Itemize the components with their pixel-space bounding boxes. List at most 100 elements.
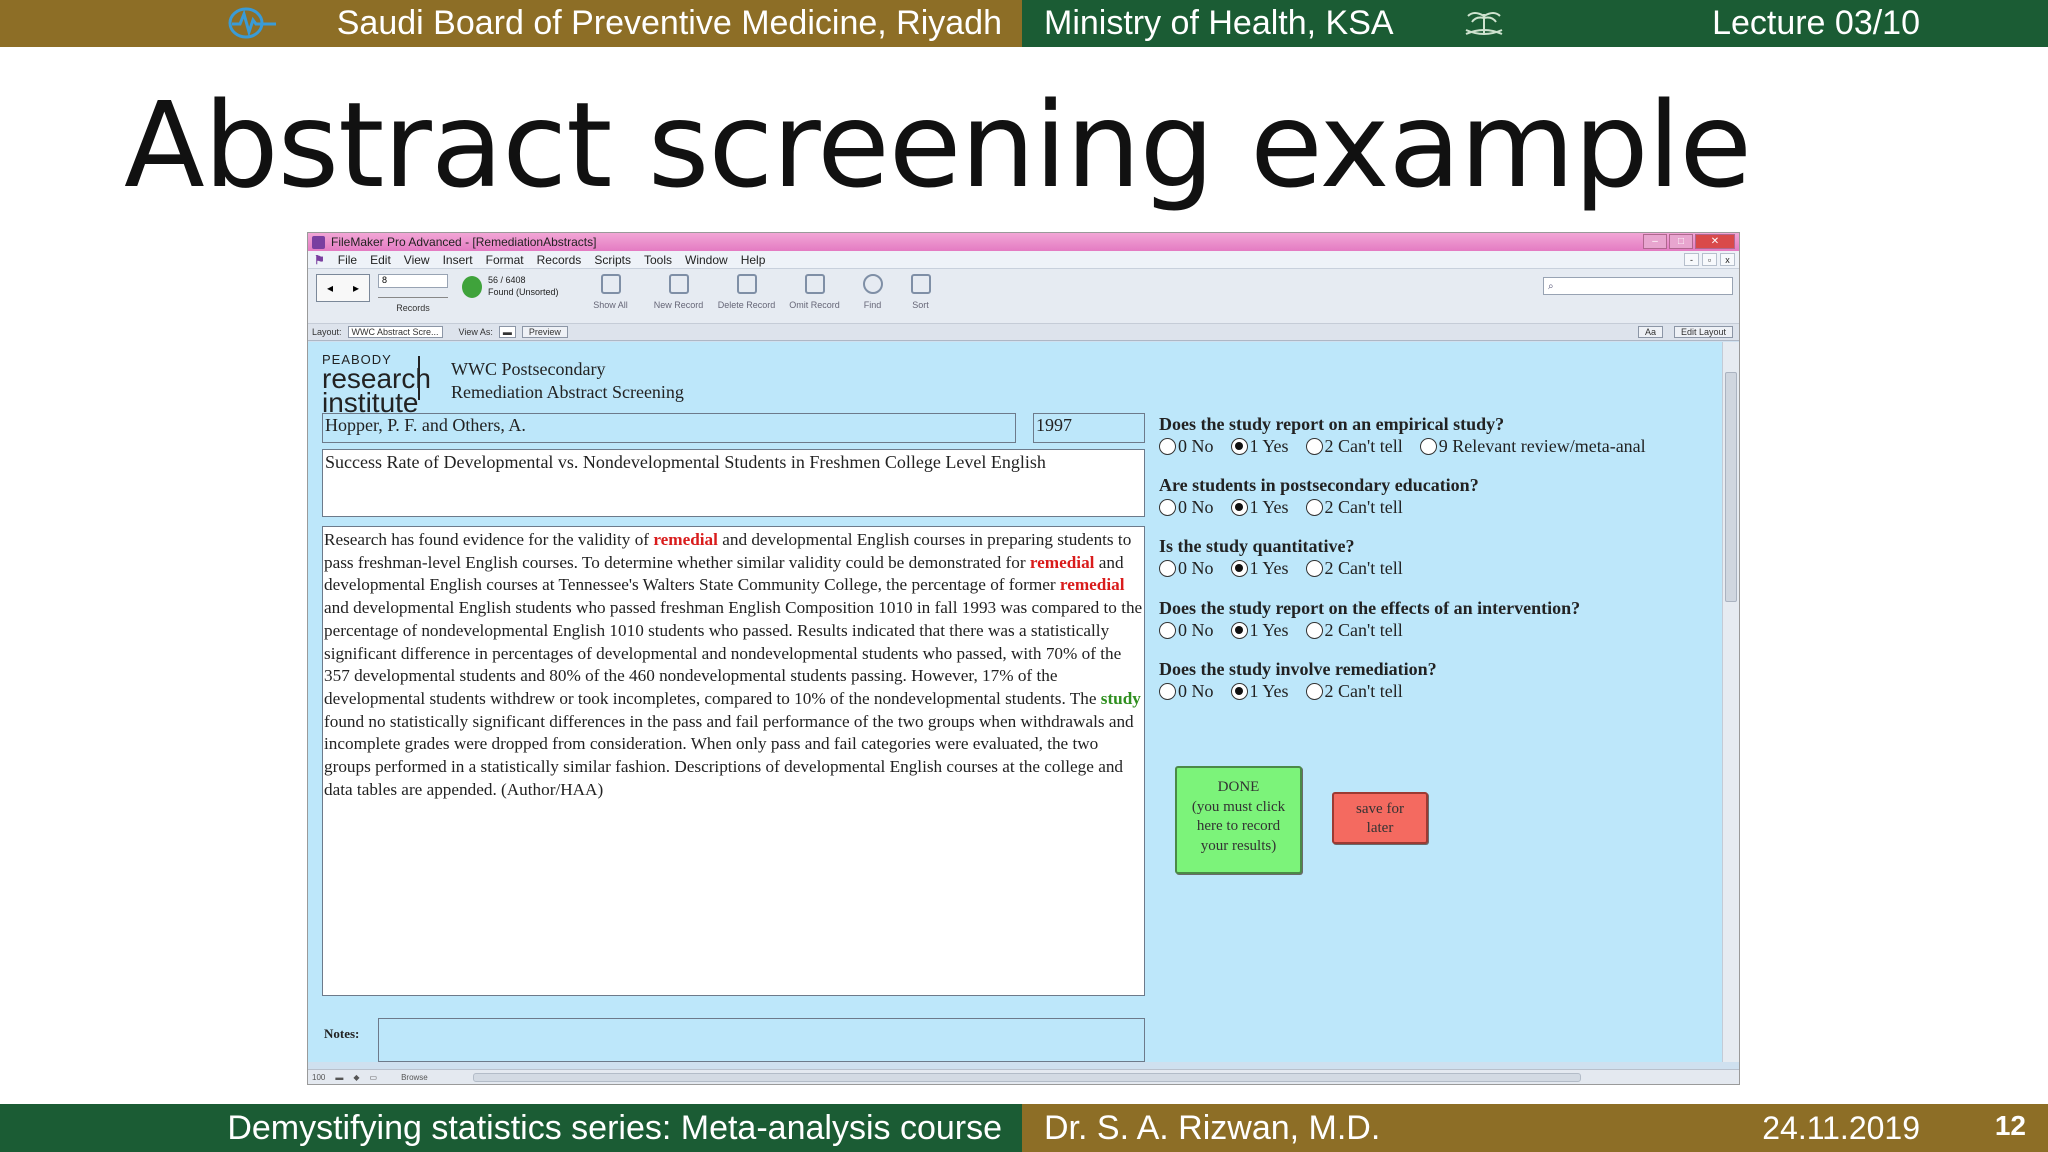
quick-find-input[interactable]: ⌕ <box>1543 277 1733 295</box>
done-button[interactable]: DONE (you must click here to record your… <box>1175 766 1302 874</box>
doc-restore-button[interactable]: ▫ <box>1702 253 1717 266</box>
notes-field[interactable] <box>378 1018 1145 1062</box>
radio-option[interactable]: 1 Yes <box>1230 558 1289 579</box>
abstract-text: found no statistically significant diffe… <box>324 711 1134 799</box>
doc-close-button[interactable]: x <box>1720 253 1735 266</box>
menu-records[interactable]: Records <box>537 253 582 267</box>
new-record-button[interactable]: New Record <box>649 274 709 310</box>
form-header-line-1: WWC Postsecondary <box>451 359 606 379</box>
menu-format[interactable]: Format <box>486 253 524 267</box>
abstract-field[interactable]: Research has found evidence for the vali… <box>322 526 1145 996</box>
radio-button[interactable] <box>1159 560 1176 577</box>
save-for-later-button[interactable]: save for later <box>1332 792 1428 844</box>
window-controls: – □ ✕ <box>1643 234 1735 249</box>
vertical-scrollbar[interactable] <box>1722 342 1739 1062</box>
scrollbar-thumb[interactable] <box>1725 372 1737 602</box>
menu-view[interactable]: View <box>404 253 430 267</box>
sort-button[interactable]: Sort <box>901 274 941 310</box>
layout-select[interactable]: WWC Abstract Scre... <box>347 326 443 338</box>
zoom-in-icon[interactable]: ◆ <box>353 1073 359 1082</box>
paper-title-field[interactable]: Success Rate of Developmental vs. Nondev… <box>322 449 1145 517</box>
radio-button[interactable] <box>1159 438 1176 455</box>
question-intervention: Does the study report on the effects of … <box>1159 598 1580 641</box>
radio-button-selected[interactable] <box>1230 499 1248 516</box>
radio-button[interactable] <box>1159 499 1176 516</box>
radio-option[interactable]: 2 Can't tell <box>1305 620 1403 641</box>
maximize-button[interactable]: □ <box>1669 234 1693 249</box>
board-logo-icon <box>228 7 276 39</box>
radio-label: 9 Relevant review/meta-anal <box>1438 436 1646 456</box>
record-navigator[interactable]: ◂ ▸ <box>316 274 370 302</box>
doc-minimize-button[interactable]: - <box>1684 253 1699 266</box>
radio-option[interactable]: 0 No <box>1159 620 1214 641</box>
text-format-button[interactable]: Aa <box>1637 326 1663 338</box>
horizontal-scrollbar[interactable] <box>473 1073 1581 1082</box>
menu-scripts[interactable]: Scripts <box>594 253 631 267</box>
mode-indicator[interactable]: Browse <box>401 1073 428 1082</box>
radio-button[interactable] <box>1159 683 1176 700</box>
records-label: Records <box>396 303 430 313</box>
show-all-button[interactable]: Show All <box>581 274 641 310</box>
find-label: Find <box>863 300 882 310</box>
preview-button[interactable]: Preview <box>521 326 568 338</box>
radio-button-selected[interactable] <box>1230 560 1248 577</box>
radio-option[interactable]: 2 Can't tell <box>1305 681 1403 702</box>
menu-insert[interactable]: Insert <box>443 253 473 267</box>
radio-label: 0 No <box>1178 620 1214 640</box>
radio-option[interactable]: 0 No <box>1159 436 1214 457</box>
radio-option[interactable]: 1 Yes <box>1230 681 1289 702</box>
menu-window[interactable]: Window <box>685 253 728 267</box>
previous-record-icon[interactable]: ◂ <box>327 281 333 295</box>
zoom-out-icon[interactable]: ▬ <box>335 1073 343 1082</box>
minimize-button[interactable]: – <box>1643 234 1667 249</box>
toolbar-buttons: Show All New Record Delete Record Omit R… <box>581 274 941 310</box>
menu-file[interactable]: File <box>338 253 357 267</box>
radio-button[interactable] <box>1419 438 1437 455</box>
radio-button[interactable] <box>1305 683 1323 700</box>
menu-tools[interactable]: Tools <box>644 253 672 267</box>
menu-help[interactable]: Help <box>741 253 766 267</box>
radio-option[interactable]: 1 Yes <box>1230 497 1289 518</box>
radio-option[interactable]: 0 No <box>1159 681 1214 702</box>
menu-edit[interactable]: Edit <box>370 253 391 267</box>
question-text: Does the study report on the effects of … <box>1159 598 1581 618</box>
status-toolbar-toggle-icon[interactable]: ▭ <box>370 1073 378 1082</box>
year-field[interactable]: 1997 <box>1033 413 1145 443</box>
header-left-panel: Saudi Board of Preventive Medicine, Riya… <box>0 0 1022 47</box>
question-text: Does the study report on an empirical st… <box>1159 414 1505 434</box>
slide-number: 12 <box>1994 1110 2026 1141</box>
radio-label: 0 No <box>1178 436 1214 456</box>
radio-option[interactable]: 1 Yes <box>1230 436 1289 457</box>
delete-record-button[interactable]: Delete Record <box>717 274 777 310</box>
radio-button-selected[interactable] <box>1230 622 1248 639</box>
radio-button[interactable] <box>1159 622 1176 639</box>
next-record-icon[interactable]: ▸ <box>353 281 359 295</box>
radio-option[interactable]: 1 Yes <box>1230 620 1289 641</box>
radio-label: 2 Can't tell <box>1324 497 1403 517</box>
radio-option[interactable]: 2 Can't tell <box>1305 497 1403 518</box>
author-field[interactable]: Hopper, P. F. and Others, A. <box>322 413 1016 443</box>
abstract-text: Research has found evidence for the vali… <box>324 530 654 549</box>
radio-button[interactable] <box>1305 622 1323 639</box>
radio-button-selected[interactable] <box>1230 438 1248 455</box>
current-record-input[interactable]: 8 <box>378 274 448 288</box>
edit-layout-button[interactable]: Edit Layout <box>1673 326 1733 338</box>
close-button[interactable]: ✕ <box>1695 234 1735 249</box>
radio-option[interactable]: 0 No <box>1159 558 1214 579</box>
omit-record-button[interactable]: Omit Record <box>785 274 845 310</box>
view-as-form-button[interactable]: ▬ <box>498 326 516 338</box>
radio-option[interactable]: 2 Can't tell <box>1305 558 1403 579</box>
radio-option[interactable]: 9 Relevant review/meta-anal <box>1419 436 1646 457</box>
radio-option[interactable]: 2 Can't tell <box>1305 436 1403 457</box>
radio-button-selected[interactable] <box>1230 683 1248 700</box>
radio-button[interactable] <box>1305 499 1323 516</box>
document-window-controls: - ▫ x <box>1684 253 1735 266</box>
zoom-level[interactable]: 100 <box>312 1073 325 1082</box>
radio-button[interactable] <box>1305 438 1323 455</box>
radio-button[interactable] <box>1305 560 1323 577</box>
layout-bar: Layout: WWC Abstract Scre... View As: ▬ … <box>308 324 1739 341</box>
search-icon: ⌕ <box>1548 280 1554 292</box>
record-slider[interactable] <box>378 292 448 298</box>
radio-option[interactable]: 0 No <box>1159 497 1214 518</box>
find-button[interactable]: Find <box>853 274 893 310</box>
